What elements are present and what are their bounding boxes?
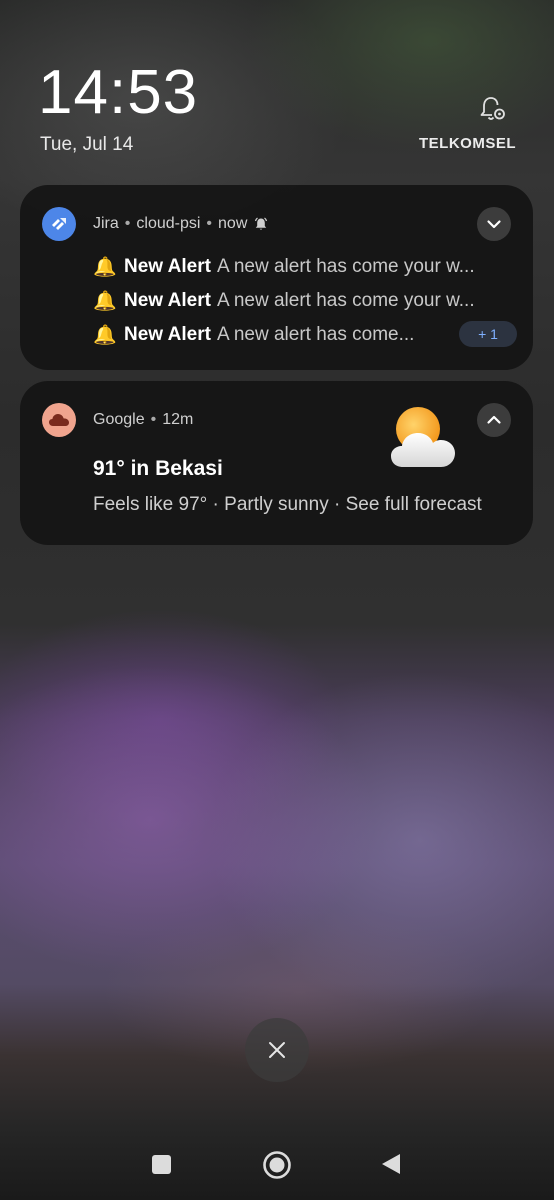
alert-title: New Alert: [124, 290, 211, 311]
home-icon[interactable]: [262, 1150, 292, 1180]
alert-row[interactable]: 🔔 New Alert A new alert has come your w.…: [93, 255, 475, 279]
google-header: Google • 12m: [93, 411, 194, 428]
jira-notification[interactable]: Jira • cloud-psi • now 🔔 New Alert A new…: [20, 185, 533, 370]
dismiss-all-button[interactable]: [245, 1018, 309, 1082]
alert-row[interactable]: 🔔 New Alert A new alert has come your w.…: [93, 289, 475, 313]
clock: 14:53: [38, 58, 199, 127]
date: Tue, Jul 14: [40, 134, 134, 155]
weather-title: 91° in Bekasi: [93, 457, 223, 480]
carrier-label: TELKOMSEL: [419, 135, 516, 152]
recents-icon[interactable]: [152, 1155, 171, 1174]
app-name: Google: [93, 411, 145, 428]
app-name: Jira: [93, 215, 119, 232]
chevron-down-icon: [487, 220, 501, 229]
alert-title: New Alert: [124, 324, 211, 345]
bell-emoji-icon: 🔔: [93, 325, 117, 346]
google-app-icon: [42, 403, 76, 437]
bell-emoji-icon: 🔔: [93, 291, 117, 312]
alert-body: A new alert has come your w...: [216, 290, 475, 311]
account-name: cloud-psi: [136, 215, 201, 232]
alarm-bell-icon: [255, 217, 268, 230]
chevron-up-icon: [487, 415, 501, 424]
timestamp: now: [218, 215, 248, 232]
close-icon: [269, 1042, 285, 1058]
alert-title: New Alert: [124, 256, 211, 277]
alert-body: A new alert has come...: [216, 324, 415, 345]
partly-sunny-icon: [391, 407, 455, 467]
alert-row[interactable]: 🔔 New Alert A new alert has come...: [93, 323, 414, 347]
bell-emoji-icon: 🔔: [93, 257, 117, 278]
google-weather-notification[interactable]: Google • 12m 91° in Bekasi Feels like 97…: [20, 381, 533, 545]
bell-settings-icon[interactable]: [478, 94, 508, 124]
weather-subtitle[interactable]: Feels like 97° · Partly sunny · See full…: [93, 494, 482, 516]
alert-body: A new alert has come your w...: [216, 256, 475, 277]
more-count-badge[interactable]: + 1: [459, 321, 517, 347]
jira-header: Jira • cloud-psi • now: [93, 215, 269, 233]
timestamp: 12m: [162, 411, 194, 428]
collapse-button[interactable]: [477, 403, 511, 437]
back-icon[interactable]: [380, 1152, 402, 1176]
expand-button[interactable]: [477, 207, 511, 241]
jira-app-icon: [42, 207, 76, 241]
